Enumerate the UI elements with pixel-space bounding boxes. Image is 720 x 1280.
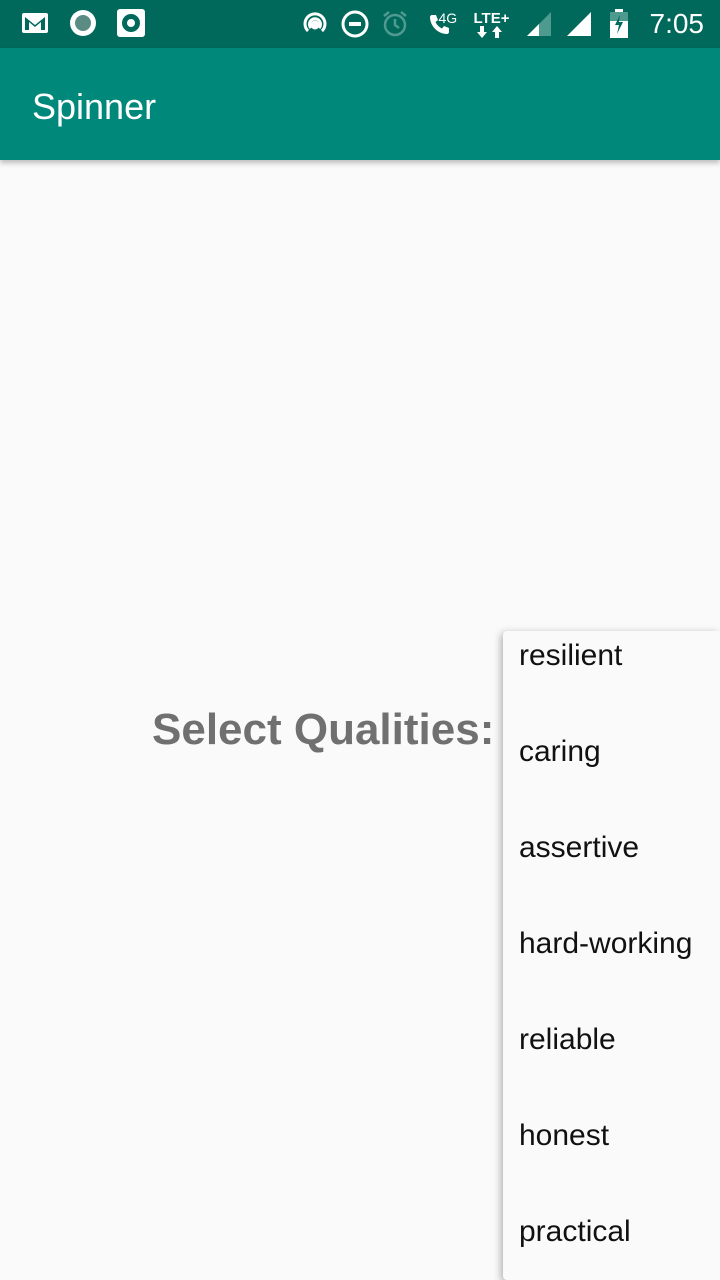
status-bar: 4G LTE+ 7:05 (0, 0, 720, 48)
camera-icon (116, 8, 146, 38)
volte-call-icon: 4G (420, 9, 460, 39)
record-icon (68, 8, 98, 38)
app-title: Spinner (32, 86, 157, 127)
battery-charging-icon (604, 9, 634, 39)
lte-data-icon: LTE+ (470, 9, 514, 39)
do-not-disturb-icon (340, 9, 370, 39)
signal-icon (524, 9, 554, 39)
app-bar: Spinner (0, 48, 720, 160)
spinner-option-reliable[interactable]: reliable (519, 1023, 616, 1057)
spinner-option-honest[interactable]: honest (519, 1119, 609, 1153)
spinner-option-hard-working[interactable]: hard-working (519, 927, 692, 961)
gmail-icon (20, 8, 50, 38)
signal-full-icon (564, 9, 594, 39)
spinner-option-caring[interactable]: caring (519, 735, 601, 769)
hotspot-icon (300, 9, 330, 39)
spinner-option-practical[interactable]: practical (519, 1215, 631, 1249)
select-qualities-label: Select Qualities: (152, 705, 495, 754)
spinner-dropdown[interactable]: resilient caring assertive hard-working … (503, 631, 720, 1280)
alarm-icon (380, 9, 410, 39)
spinner-option-resilient[interactable]: resilient (519, 639, 622, 673)
clock: 7:05 (649, 8, 705, 39)
spinner-option-assertive[interactable]: assertive (519, 831, 639, 865)
